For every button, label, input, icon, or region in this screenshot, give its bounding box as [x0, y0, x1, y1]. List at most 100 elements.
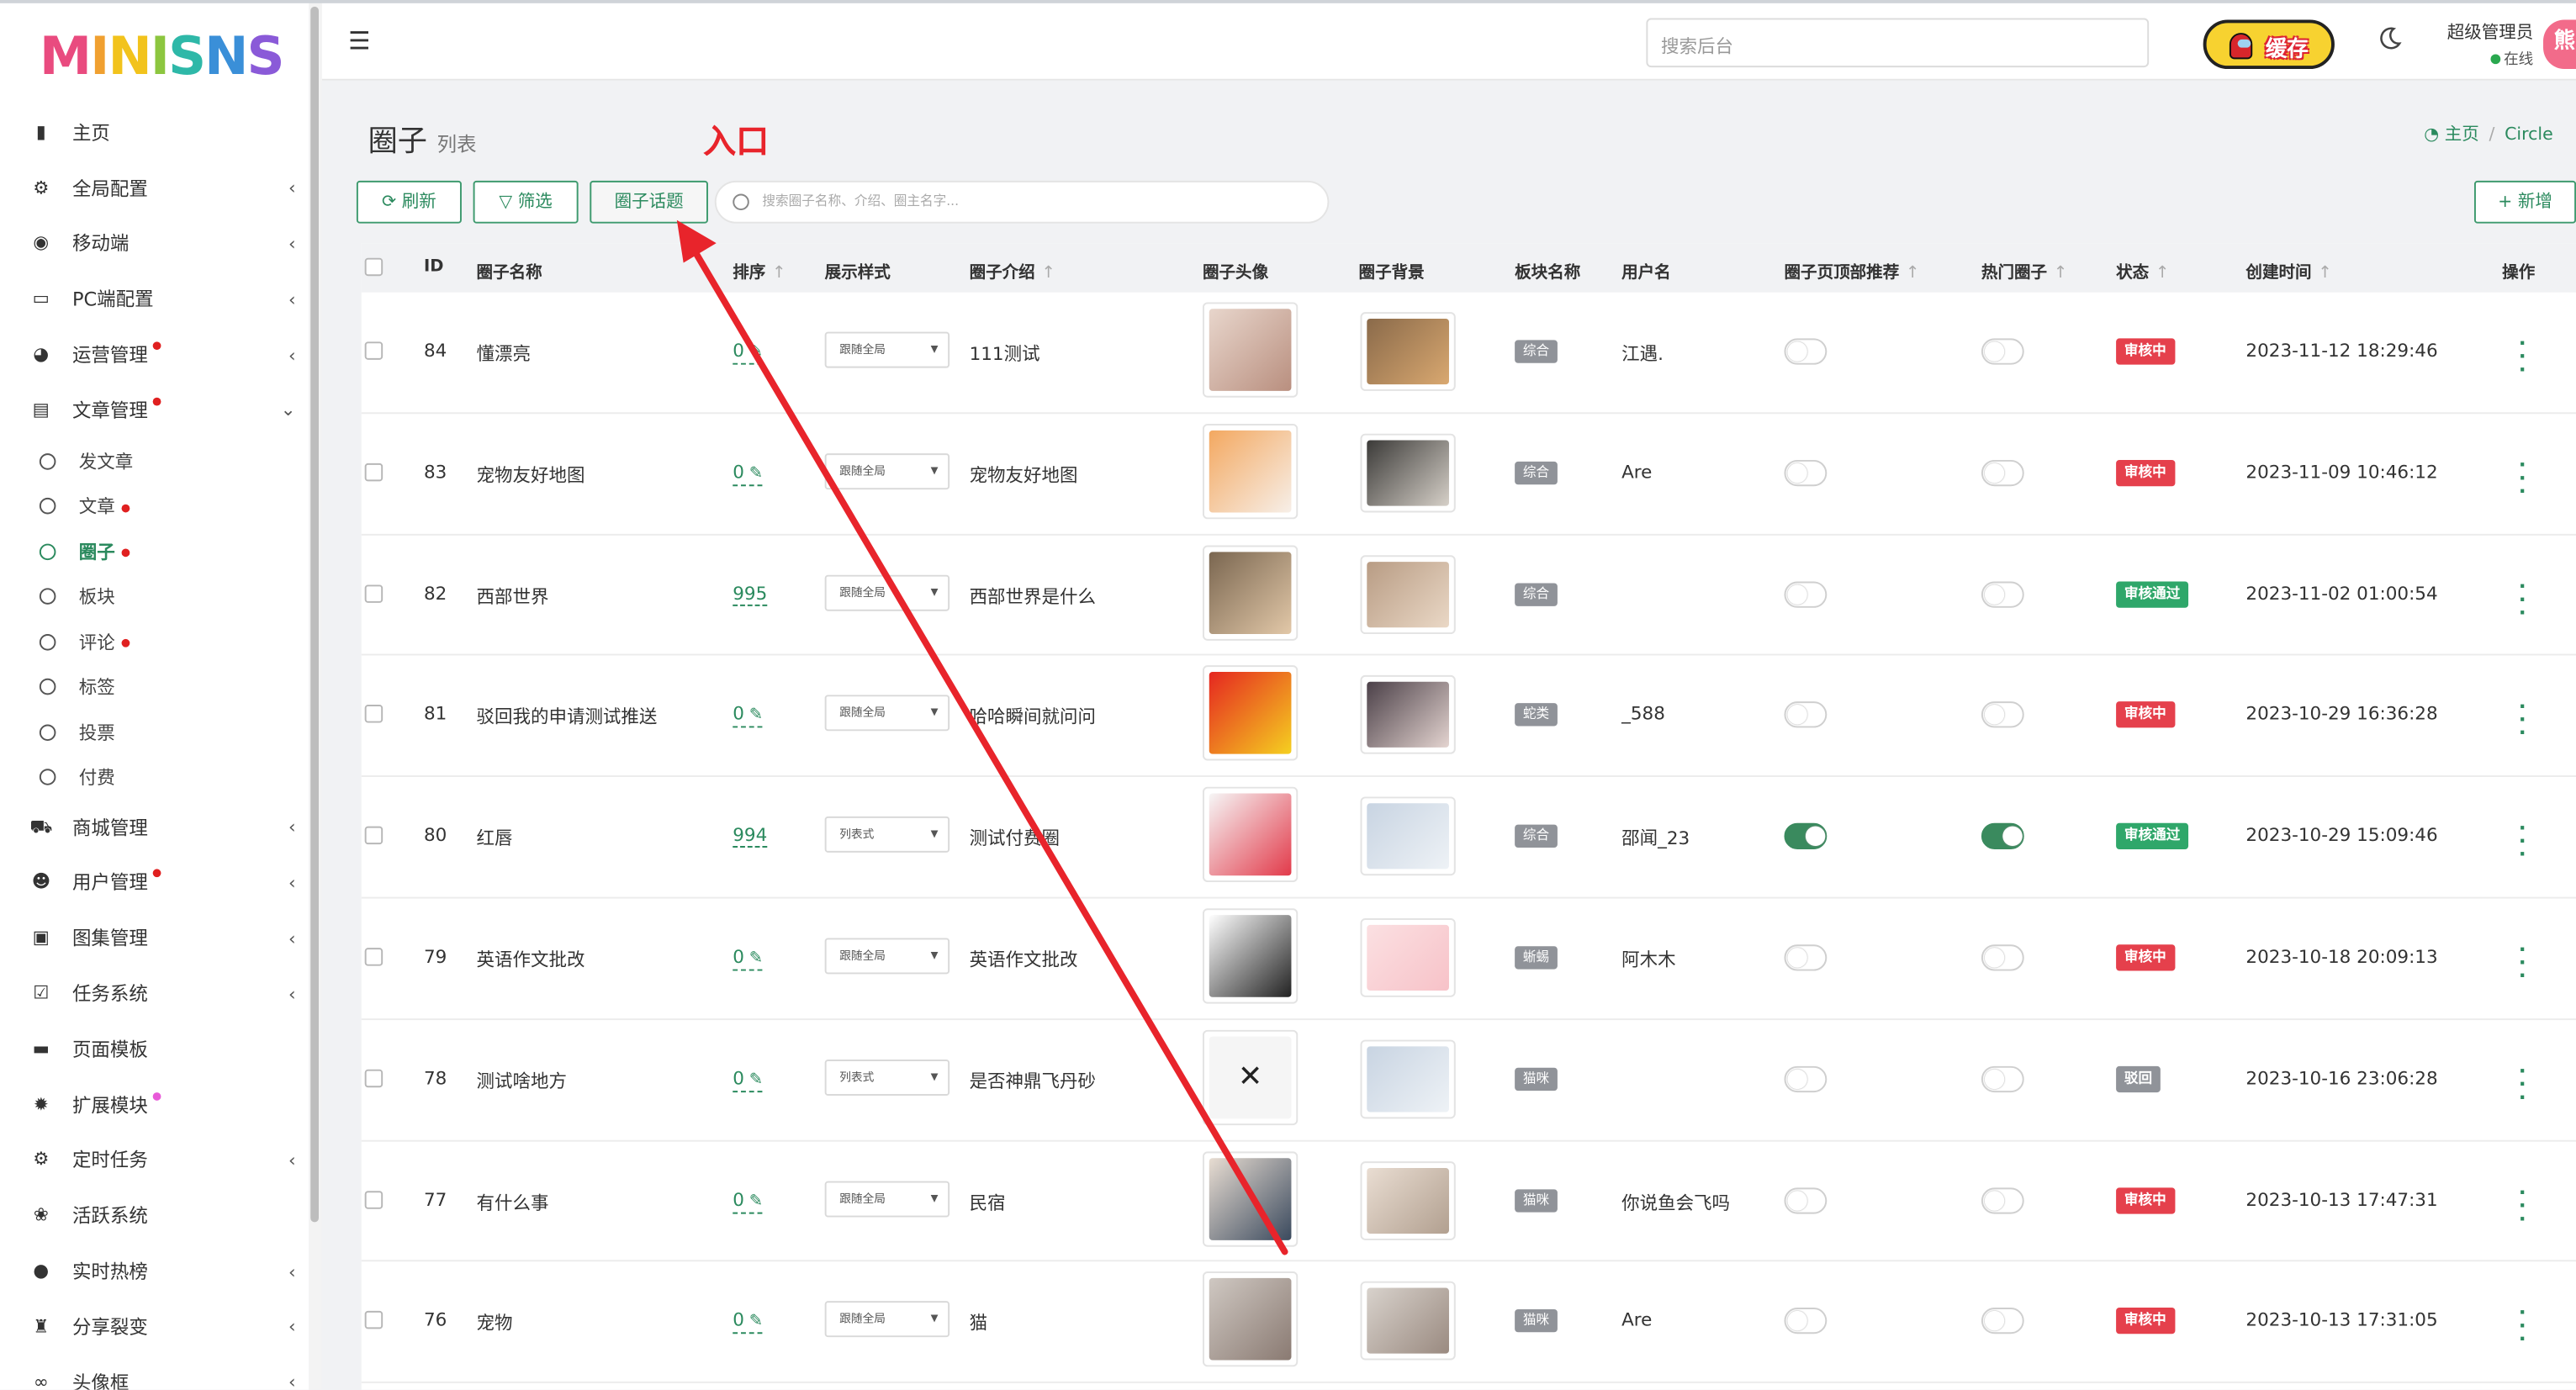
- filter-button[interactable]: ▽ 筛选: [473, 180, 579, 224]
- row-checkbox[interactable]: [364, 1069, 383, 1087]
- th-created[interactable]: 创建时间 ↑: [2245, 258, 2331, 283]
- style-select[interactable]: 跟随全局: [824, 331, 950, 368]
- sidebar-item[interactable]: ☻ 用户管理 ‹: [0, 855, 309, 911]
- hot-circle-toggle[interactable]: [1981, 459, 2024, 486]
- refresh-button[interactable]: ⟳ 刷新: [356, 180, 462, 224]
- cache-button[interactable]: 缓存: [2203, 19, 2335, 70]
- cell-sort[interactable]: 994: [733, 825, 768, 848]
- sidebar-item[interactable]: ▬ 页面模板: [0, 1022, 309, 1077]
- circle-avatar-thumb[interactable]: [1202, 1271, 1299, 1368]
- th-status[interactable]: 状态 ↑: [2116, 258, 2169, 283]
- cell-sort[interactable]: 0 ✎: [733, 946, 764, 971]
- circle-background-thumb[interactable]: [1360, 675, 1456, 755]
- sidebar-item[interactable]: ⚙ 定时任务 ‹: [0, 1133, 309, 1188]
- top-recommend-toggle[interactable]: [1784, 944, 1828, 971]
- top-recommend-toggle[interactable]: [1784, 1308, 1828, 1335]
- sidebar-item[interactable]: ◉ 移动端 ‹: [0, 216, 309, 272]
- cell-sort[interactable]: 0 ✎: [733, 704, 764, 729]
- row-checkbox[interactable]: [364, 1190, 383, 1208]
- sidebar-item[interactable]: ▣ 图集管理 ‹: [0, 911, 309, 966]
- sidebar-scrollbar-thumb[interactable]: [310, 6, 319, 1223]
- table-search-input[interactable]: 搜索圈子名称、介绍、圈主名字...: [714, 180, 1330, 224]
- hot-circle-toggle[interactable]: [1981, 1065, 2024, 1092]
- more-options-icon[interactable]: · · ·: [2519, 576, 2526, 622]
- top-recommend-toggle[interactable]: [1784, 459, 1828, 486]
- top-recommend-toggle[interactable]: [1784, 580, 1828, 608]
- sidebar-item[interactable]: ❀ 活跃系统: [0, 1188, 309, 1244]
- circle-avatar-thumb[interactable]: [1202, 665, 1299, 762]
- style-select[interactable]: 跟随全局: [824, 1180, 950, 1217]
- cell-sort[interactable]: 0 ✎: [733, 462, 764, 486]
- sidebar-subitem[interactable]: 圈子: [0, 529, 309, 574]
- row-checkbox[interactable]: [364, 584, 383, 603]
- row-checkbox[interactable]: [364, 705, 383, 724]
- circle-background-thumb[interactable]: [1360, 433, 1456, 513]
- sidebar-item[interactable]: ♜ 分享裂变 ‹: [0, 1299, 309, 1355]
- more-options-icon[interactable]: · · ·: [2519, 939, 2526, 986]
- th-intro[interactable]: 圈子介绍 ↑: [970, 258, 1055, 283]
- avatar[interactable]: 熊: [2543, 19, 2576, 70]
- sidebar-item[interactable]: ▭ PC端配置 ‹: [0, 272, 309, 327]
- sidebar-subitem[interactable]: 文章: [0, 484, 309, 529]
- style-select[interactable]: 列表式: [824, 1059, 950, 1096]
- circle-background-thumb[interactable]: [1360, 796, 1456, 876]
- hot-circle-toggle[interactable]: [1981, 944, 2024, 971]
- cell-sort[interactable]: 0 ✎: [733, 1067, 764, 1092]
- admin-search-input[interactable]: 搜索后台: [1646, 18, 2150, 68]
- circle-topic-button[interactable]: 圈子话题: [590, 180, 708, 224]
- add-button[interactable]: + 新增: [2473, 180, 2576, 224]
- sidebar-subitem[interactable]: 标签: [0, 664, 309, 710]
- circle-background-thumb[interactable]: [1360, 312, 1456, 391]
- style-select[interactable]: 跟随全局: [824, 695, 950, 732]
- admin-info[interactable]: 超级管理员 在线: [2441, 19, 2534, 69]
- more-options-icon[interactable]: · · ·: [2519, 818, 2526, 864]
- sidebar-item[interactable]: ✹ 扩展模块: [0, 1077, 309, 1133]
- sidebar-item[interactable]: ▤ 文章管理 ⌄: [0, 383, 309, 438]
- more-options-icon[interactable]: · · ·: [2519, 697, 2526, 743]
- more-options-icon[interactable]: · · ·: [2519, 455, 2526, 501]
- circle-background-thumb[interactable]: [1360, 1282, 1456, 1361]
- circle-background-thumb[interactable]: [1360, 554, 1456, 634]
- sidebar-subitem[interactable]: 发文章: [0, 438, 309, 484]
- sidebar-item[interactable]: ⛟ 商城管理 ‹: [0, 800, 309, 855]
- top-recommend-toggle[interactable]: [1784, 823, 1828, 850]
- circle-background-thumb[interactable]: [1360, 1039, 1456, 1118]
- style-select[interactable]: 跟随全局: [824, 452, 950, 489]
- hamburger-icon[interactable]: ☰: [348, 26, 370, 55]
- style-select[interactable]: 列表式: [824, 817, 950, 854]
- breadcrumb-home[interactable]: ◔ 主页: [2424, 124, 2478, 144]
- select-all-checkbox[interactable]: [364, 257, 383, 277]
- circle-avatar-thumb[interactable]: ✕: [1202, 1029, 1299, 1125]
- circle-avatar-thumb[interactable]: [1202, 908, 1299, 1004]
- row-checkbox[interactable]: [364, 462, 383, 481]
- row-checkbox[interactable]: [364, 341, 383, 360]
- th-sort[interactable]: 排序 ↑: [733, 258, 785, 283]
- circle-avatar-thumb[interactable]: [1202, 423, 1299, 519]
- more-options-icon[interactable]: · · ·: [2519, 1303, 2526, 1350]
- sidebar-item[interactable]: ☑ 任务系统 ‹: [0, 966, 309, 1022]
- sidebar-subitem[interactable]: 板块: [0, 573, 309, 619]
- cell-sort[interactable]: 0 ✎: [733, 1189, 764, 1213]
- top-recommend-toggle[interactable]: [1784, 1187, 1828, 1213]
- hot-circle-toggle[interactable]: [1981, 338, 2024, 365]
- circle-avatar-thumb[interactable]: [1202, 1150, 1299, 1246]
- more-options-icon[interactable]: · · ·: [2519, 1061, 2526, 1107]
- style-select[interactable]: 跟随全局: [824, 1301, 950, 1338]
- circle-background-thumb[interactable]: [1360, 918, 1456, 997]
- hot-circle-toggle[interactable]: [1981, 1187, 2024, 1213]
- cell-sort[interactable]: 0 ✎: [733, 1310, 764, 1335]
- sidebar-scrollbar[interactable]: [309, 3, 322, 1390]
- sidebar-item[interactable]: ◕ 运营管理 ‹: [0, 327, 309, 383]
- top-recommend-toggle[interactable]: [1784, 701, 1828, 729]
- sidebar-subitem[interactable]: 评论: [0, 619, 309, 664]
- more-options-icon[interactable]: · · ·: [2519, 1182, 2526, 1229]
- sidebar-subitem[interactable]: 付费: [0, 754, 309, 800]
- sidebar-item[interactable]: ⚙ 全局配置 ‹: [0, 161, 309, 216]
- row-checkbox[interactable]: [364, 1311, 383, 1330]
- th-top[interactable]: 圈子页顶部推荐 ↑: [1785, 258, 1920, 283]
- circle-avatar-thumb[interactable]: [1202, 302, 1299, 398]
- style-select[interactable]: 跟随全局: [824, 938, 950, 975]
- hot-circle-toggle[interactable]: [1981, 580, 2024, 608]
- circle-avatar-thumb[interactable]: [1202, 787, 1299, 883]
- top-recommend-toggle[interactable]: [1784, 1065, 1828, 1092]
